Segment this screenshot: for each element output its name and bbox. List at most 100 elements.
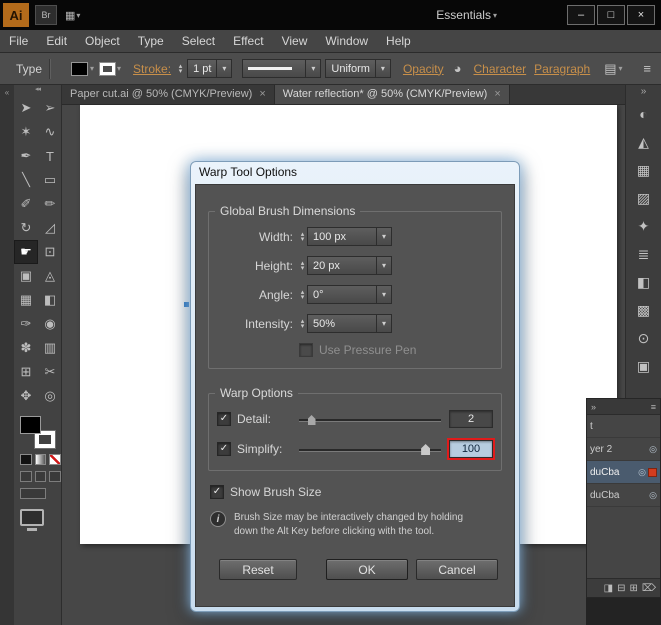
mesh-tool[interactable]: ▦ <box>14 288 38 312</box>
pen-tool[interactable]: ✒ <box>14 144 38 168</box>
minimize-button[interactable]: – <box>567 5 595 25</box>
menu-select[interactable]: Select <box>173 30 224 52</box>
target-icon[interactable]: ◎ <box>638 467 646 478</box>
chevron-down-icon[interactable]: ▾ <box>216 59 233 78</box>
angle-stepper[interactable]: ▴ ▾ <box>298 289 307 301</box>
tab-close-icon[interactable]: × <box>494 88 500 100</box>
layer-row[interactable]: t <box>587 415 660 438</box>
swatches-panel-icon[interactable]: ▦ <box>626 156 661 184</box>
toolbar-grip[interactable]: ◂◂ <box>14 84 61 96</box>
menu-object[interactable]: Object <box>76 30 129 52</box>
blend-tool[interactable]: ◉ <box>38 312 62 336</box>
reset-button[interactable]: Reset <box>219 559 297 580</box>
eyedropper-tool[interactable]: ✑ <box>14 312 38 336</box>
shape-builder-tool[interactable]: ▣ <box>14 264 38 288</box>
collapse-left-icon[interactable]: « <box>5 88 9 97</box>
gradient-button[interactable] <box>34 454 47 465</box>
bridge-button[interactable]: Br <box>35 5 57 25</box>
rectangle-tool[interactable]: ▭ <box>38 168 62 192</box>
layer-row[interactable]: duCba ◎ <box>587 484 660 507</box>
intensity-combo[interactable]: 50% ▾ <box>307 314 392 333</box>
scale-tool[interactable]: ◿ <box>38 216 62 240</box>
symbol-sprayer-tool[interactable]: ✽ <box>14 336 38 360</box>
cancel-button[interactable]: Cancel <box>416 559 498 580</box>
close-button[interactable]: × <box>627 5 655 25</box>
control-panel-menu-icon[interactable]: ≡ <box>643 61 651 76</box>
show-brush-size-checkbox[interactable]: ✓ <box>210 485 224 499</box>
draw-normal-button[interactable] <box>20 471 32 482</box>
symbols-panel-icon[interactable]: ✦ <box>626 212 661 240</box>
target-icon[interactable]: ◎ <box>649 490 657 501</box>
free-transform-tool[interactable]: ⊡ <box>38 240 62 264</box>
artboard-tool[interactable]: ⊞ <box>14 360 38 384</box>
color-guide-panel-icon[interactable]: ◭ <box>626 128 661 156</box>
chevron-down-icon[interactable]: ▾ <box>117 64 121 73</box>
lasso-tool[interactable]: ∿ <box>38 120 62 144</box>
panel-menu-icon[interactable]: ≡ <box>651 402 656 412</box>
color-button[interactable] <box>20 454 32 465</box>
opacity-link[interactable]: Opacity <box>403 62 444 76</box>
gradient-panel-icon[interactable]: ◧ <box>626 268 661 296</box>
width-stepper[interactable]: ▴ ▾ <box>298 231 307 243</box>
layer-row-selected[interactable]: duCba ◎ <box>587 461 660 484</box>
warp-tool[interactable]: ☛ <box>14 240 38 264</box>
tab-close-icon[interactable]: × <box>259 88 265 100</box>
fill-stroke-indicator[interactable] <box>20 416 56 449</box>
menu-type[interactable]: Type <box>129 30 173 52</box>
dialog-title[interactable]: Warp Tool Options <box>191 162 519 183</box>
fill-color-swatch[interactable] <box>71 61 89 76</box>
appearance-panel-icon[interactable]: ⊙ <box>626 324 661 352</box>
menu-view[interactable]: View <box>273 30 317 52</box>
graphic-styles-panel-icon[interactable]: ▣ <box>626 352 661 380</box>
screen-mode-button[interactable] <box>20 488 46 499</box>
ok-button[interactable]: OK <box>326 559 408 580</box>
chevron-down-icon[interactable]: ▾ <box>374 59 391 78</box>
selection-tool[interactable]: ➤ <box>14 96 38 120</box>
height-combo[interactable]: 20 px ▾ <box>307 256 392 275</box>
direct-selection-tool[interactable]: ➢ <box>38 96 62 120</box>
paragraph-panel-link[interactable]: Paragraph <box>534 62 590 76</box>
stroke-weight-combo[interactable]: 1 pt ▾ <box>187 59 233 78</box>
magic-wand-tool[interactable]: ✶ <box>14 120 38 144</box>
none-button[interactable] <box>49 454 62 465</box>
change-screen-mode-icon[interactable] <box>20 509 44 526</box>
simplify-checkbox[interactable]: ✓ <box>217 442 231 456</box>
intensity-stepper[interactable]: ▴ ▾ <box>298 318 307 330</box>
pencil-tool[interactable]: ✏ <box>38 192 62 216</box>
stroke-panel-icon[interactable]: ≣ <box>626 240 661 268</box>
recolor-artwork-icon[interactable]: ◕ <box>454 61 462 76</box>
detail-checkbox[interactable]: ✓ <box>217 412 231 426</box>
transparency-panel-icon[interactable]: ▩ <box>626 296 661 324</box>
menu-file[interactable]: File <box>0 30 37 52</box>
gradient-tool[interactable]: ◧ <box>38 288 62 312</box>
fill-swatch[interactable] <box>20 416 41 434</box>
character-panel-link[interactable]: Character <box>473 62 526 76</box>
detail-slider[interactable] <box>299 411 441 427</box>
use-pressure-pen-checkbox[interactable] <box>299 343 313 357</box>
detail-slider-thumb[interactable] <box>307 415 316 425</box>
simplify-value-field[interactable]: 100 <box>447 438 495 460</box>
brush-definition-combo[interactable]: Uniform ▾ <box>325 59 391 78</box>
chevron-down-icon[interactable]: ▾ <box>305 59 322 78</box>
dock-collapse-icon[interactable]: » <box>626 84 661 100</box>
menu-help[interactable]: Help <box>377 30 420 52</box>
simplify-slider[interactable] <box>299 441 441 457</box>
line-segment-tool[interactable]: ╲ <box>14 168 38 192</box>
clipping-mask-icon[interactable]: ◨ <box>604 583 613 594</box>
simplify-slider-thumb[interactable] <box>421 444 431 455</box>
chevron-down-icon[interactable]: ▾ <box>376 314 392 333</box>
tab-water-reflection[interactable]: Water reflection* @ 50% (CMYK/Preview) × <box>274 84 510 104</box>
target-icon[interactable]: ◎ <box>649 444 657 455</box>
rotate-tool[interactable]: ↻ <box>14 216 38 240</box>
detail-value-field[interactable]: 2 <box>449 410 493 428</box>
hand-tool[interactable]: ✥ <box>14 384 38 408</box>
menu-effect[interactable]: Effect <box>224 30 272 52</box>
layer-row[interactable]: yer 2 ◎ <box>587 438 660 461</box>
panel-collapse-icon[interactable]: » <box>591 402 596 412</box>
zoom-tool[interactable]: ◎ <box>38 384 62 408</box>
restore-button[interactable]: □ <box>597 5 625 25</box>
column-graph-tool[interactable]: ▥ <box>38 336 62 360</box>
workspace-switcher-icon[interactable]: ▦ <box>65 9 75 22</box>
stroke-panel-link[interactable]: Stroke: <box>133 62 171 76</box>
trash-icon[interactable]: ⌦ <box>642 583 656 594</box>
